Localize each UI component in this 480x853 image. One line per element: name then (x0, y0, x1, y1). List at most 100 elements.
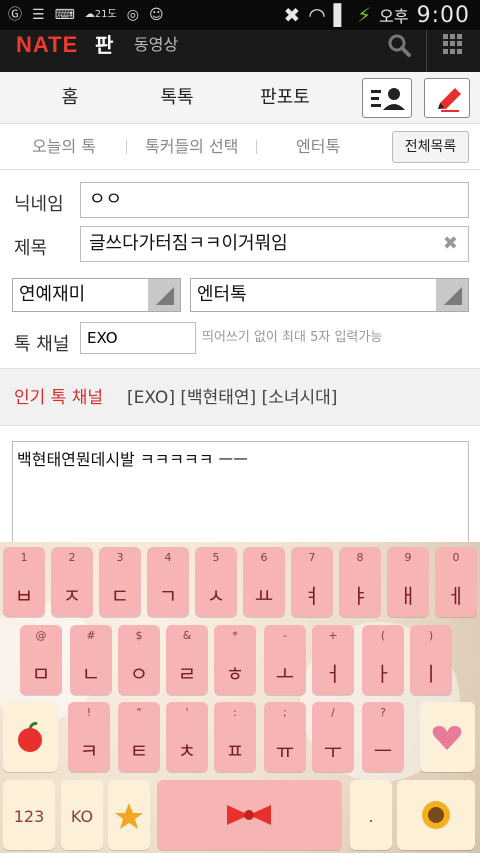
key-main-label: ㅑ (350, 584, 370, 608)
language-key[interactable]: KO (61, 780, 103, 850)
key-main-label: 123 (13, 807, 45, 826)
body-textarea[interactable]: 백현태연뭔데시발 ㅋㅋㅋㅋㅋ ㅡㅡ (12, 441, 469, 551)
profile-button[interactable] (362, 78, 412, 118)
key[interactable]: + ㅓ (312, 625, 354, 695)
status-system: ✖ ◠ ▌ ⚡ 오후 9:00 (283, 0, 470, 30)
key-top-label: ! (86, 706, 92, 719)
enter-key[interactable] (397, 780, 475, 850)
subcategory-value: 엔터톡 (197, 284, 247, 305)
key[interactable]: 9ㅐ (387, 547, 429, 617)
nickname-field[interactable]: ㅇㅇ (80, 182, 469, 218)
clear-icon[interactable]: ✖ (443, 227, 458, 261)
popular-items[interactable]: [EXO] [백현태연] [소녀시대] (127, 369, 337, 427)
keyboard-icon: ⌨ (54, 7, 75, 23)
key[interactable]: 3ㄷ (99, 547, 141, 617)
punctuation-key[interactable]: . (350, 780, 392, 850)
channel-field[interactable]: EXO (80, 322, 196, 354)
key[interactable]: ; ㅠ (264, 702, 306, 772)
star-icon (115, 803, 143, 829)
ribbon-icon (227, 805, 271, 825)
channel-label: 톡 채널 (14, 334, 70, 355)
key-main-label: ㅂ (14, 584, 34, 608)
tab-toktok[interactable]: 톡톡 (137, 72, 217, 124)
key[interactable]: 7ㅕ (291, 547, 333, 617)
key-main-label: ㅏ (373, 662, 393, 686)
tab-panphoto[interactable]: 판포토 (245, 72, 325, 124)
emoji-key[interactable] (108, 780, 150, 850)
key[interactable]: 8ㅑ (339, 547, 381, 617)
key-top-label: # (86, 629, 96, 642)
key-top-label: * (232, 629, 238, 642)
subtab-divider (126, 140, 127, 154)
key[interactable]: * ㅎ (214, 625, 256, 695)
key[interactable]: ' ㅊ (166, 702, 208, 772)
key-top-label: 2 (68, 551, 76, 564)
key[interactable]: # ㄴ (70, 625, 112, 695)
key-main-label: ㅇ (129, 662, 149, 686)
key[interactable]: 6ㅛ (243, 547, 285, 617)
status-notifications: Ⓖ ☰ ⌨ ☁21도 ◎ ☺ (8, 4, 164, 26)
subtab-enter[interactable]: 엔터톡 (296, 124, 340, 170)
title-value: 글쓰다가터짐ㅋㅋ이거뭐임 (89, 233, 288, 254)
numbers-key[interactable]: 123 (3, 780, 55, 850)
key[interactable]: (ㅏ (362, 625, 404, 695)
key-top-label: 5 (212, 551, 220, 564)
mute-icon: ✖ (283, 3, 301, 27)
title-field[interactable]: 글쓰다가터짐ㅋㅋ이거뭐임 ✖ (80, 226, 469, 262)
body-section: 백현태연뭔데시발 ㅋㅋㅋㅋㅋ ㅡㅡ (0, 426, 480, 551)
app-header: NATE 판 동영상 (0, 30, 480, 72)
pan-section-title[interactable]: 판 (95, 30, 113, 60)
video-link[interactable]: 동영상 (134, 30, 178, 60)
key-main-label: ㅔ (446, 584, 466, 608)
key[interactable]: 4ㄱ (147, 547, 189, 617)
category-value: 연예재미 (19, 284, 86, 305)
key-top-label: : (233, 706, 237, 719)
search-icon[interactable] (386, 32, 412, 58)
key-main-label: ㅋ (79, 739, 99, 763)
backspace-key[interactable] (420, 702, 475, 772)
key[interactable]: ! ㅋ (68, 702, 110, 772)
all-list-button[interactable]: 전체목록 (392, 131, 469, 163)
carrier-g-icon: Ⓖ (8, 7, 22, 23)
popular-channels: 인기 톡 채널 [EXO] [백현태연] [소녀시대] (0, 368, 480, 426)
key[interactable]: ? ㅡ (362, 702, 404, 772)
subtab-picks[interactable]: 톡커들의 선택 (145, 124, 238, 170)
key[interactable]: 2ㅈ (51, 547, 93, 617)
key[interactable]: & ㄹ (166, 625, 208, 695)
write-button[interactable] (424, 78, 470, 118)
subtab-today[interactable]: 오늘의 톡 (32, 124, 96, 170)
key[interactable]: ) ㅣ (410, 625, 452, 695)
key[interactable]: " ㅌ (118, 702, 160, 772)
menu-grid-icon[interactable] (443, 34, 463, 54)
key[interactable]: 0ㅔ (435, 547, 477, 617)
key-top-label: 8 (356, 551, 364, 564)
key[interactable]: 1ㅂ (3, 547, 45, 617)
key-top-label: $ (135, 629, 143, 642)
subcategory-select[interactable]: 엔터톡 (190, 278, 469, 312)
key[interactable]: -ㅗ (264, 625, 306, 695)
key[interactable]: @ ㅁ (20, 625, 62, 695)
key-main-label: ㅗ (275, 662, 295, 686)
key[interactable]: :ㅍ (214, 702, 256, 772)
key-main-label: ㅐ (398, 584, 418, 608)
key-top-label: @ (35, 629, 47, 642)
apple-sticker-key[interactable] (3, 702, 58, 772)
key-main-label: ㅎ (225, 662, 245, 686)
sub-tabs: 오늘의 톡 톡커들의 선택 엔터톡 전체목록 (0, 124, 480, 170)
space-key[interactable] (157, 780, 342, 850)
key-main-label: ㅁ (31, 662, 51, 686)
key-top-label: 6 (260, 551, 268, 564)
key-main-label: ㄴ (81, 662, 101, 686)
battery-icon: ⚡ (357, 3, 372, 27)
key-top-label: 7 (308, 551, 316, 564)
wifi-icon: ◠ (308, 3, 326, 27)
write-form: 닉네임 ㅇㅇ 제목 글쓰다가터짐ㅋㅋ이거뭐임 ✖ 연예재미 엔터톡 톡 채널 E… (0, 170, 480, 368)
key-main-label: ㅡ (373, 739, 393, 763)
key[interactable]: $ ㅇ (118, 625, 160, 695)
category-select[interactable]: 연예재미 (12, 278, 181, 312)
tab-home[interactable]: 홈 (30, 72, 110, 124)
key-main-label: ㄷ (110, 584, 130, 608)
key[interactable]: 5ㅅ (195, 547, 237, 617)
key[interactable]: / ㅜ (312, 702, 354, 772)
nate-logo[interactable]: NATE (16, 30, 78, 60)
